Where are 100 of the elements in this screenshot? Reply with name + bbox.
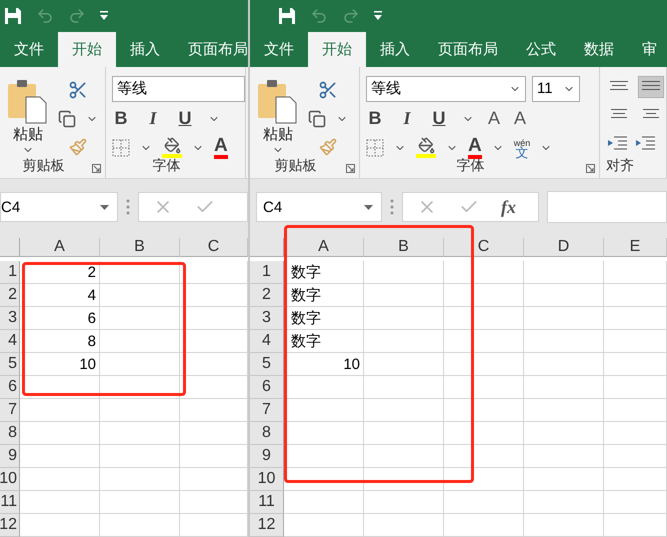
row-header[interactable]: 7 <box>0 399 20 422</box>
name-box[interactable]: C4 <box>256 192 382 222</box>
row-header[interactable]: 12 <box>250 514 284 537</box>
borders-icon[interactable] <box>112 138 130 157</box>
ribbon-tab[interactable]: 审 <box>628 32 667 67</box>
dialog-launcher-icon[interactable] <box>586 164 595 173</box>
borders-icon[interactable] <box>366 138 384 157</box>
row-header[interactable]: 8 <box>0 422 20 445</box>
font-name-field[interactable]: 等线 <box>366 76 526 102</box>
decrease-indent-icon[interactable] <box>606 134 628 152</box>
name-box[interactable]: C4 <box>0 192 118 222</box>
dialog-launcher-icon[interactable] <box>92 164 101 174</box>
ribbon-tab[interactable]: 页面布局 <box>174 32 248 67</box>
ribbon-tab[interactable]: 文件 <box>250 32 308 67</box>
row-header[interactable]: 5 <box>250 353 284 376</box>
row-header[interactable]: 9 <box>0 445 20 468</box>
save-icon[interactable] <box>278 6 296 25</box>
format-button[interactable]: I <box>398 108 416 130</box>
paste-button[interactable]: 粘贴 <box>6 79 50 156</box>
format-button[interactable]: B <box>366 108 384 130</box>
dropdown-caret-icon[interactable] <box>100 204 109 210</box>
splitter-handle-icon[interactable] <box>126 199 130 216</box>
row-header[interactable]: 4 <box>0 330 20 353</box>
formula-input[interactable] <box>547 191 667 223</box>
clipboard-icon <box>258 79 298 126</box>
column-header[interactable]: D <box>524 238 604 257</box>
ribbon-tab[interactable]: 数据 <box>570 32 628 67</box>
column-header[interactable]: C <box>180 238 248 257</box>
row-header[interactable]: 2 <box>0 284 20 307</box>
row-header[interactable]: 7 <box>250 399 284 422</box>
table-cell <box>604 468 667 491</box>
format-button[interactable]: U <box>430 108 448 130</box>
table-cell: 6 <box>20 307 100 330</box>
table-cell: 10 <box>284 353 364 376</box>
fill-color-bar <box>162 154 182 158</box>
row-header[interactable]: 10 <box>250 468 284 491</box>
align-middle-icon[interactable] <box>638 76 664 98</box>
table-cell <box>604 514 667 537</box>
table-cell <box>604 399 667 422</box>
row-header[interactable]: 8 <box>250 422 284 445</box>
column-header[interactable]: B <box>100 238 180 257</box>
table-cell: 数字 <box>284 307 364 330</box>
dialog-launcher-icon[interactable] <box>346 164 355 173</box>
phonetic-guide-button[interactable]: wén 文 <box>514 138 530 158</box>
row-header[interactable]: 12 <box>0 514 20 537</box>
row-header[interactable]: 4 <box>250 330 284 353</box>
format-button[interactable]: U <box>176 108 194 130</box>
table-cell <box>604 491 667 514</box>
font-color-button[interactable]: A <box>214 136 228 159</box>
fill-color-bar <box>416 154 436 158</box>
dropdown-caret-icon[interactable] <box>364 204 373 210</box>
ribbon-tab[interactable]: 公式 <box>512 32 570 67</box>
copy-icon[interactable] <box>58 110 76 128</box>
ribbon-tab[interactable]: 插入 <box>366 32 424 67</box>
save-icon[interactable] <box>4 6 22 25</box>
row-header[interactable]: 6 <box>250 376 284 399</box>
ribbon-tab[interactable]: 开始 <box>58 32 116 67</box>
row-header[interactable]: 1 <box>250 261 284 284</box>
row-header[interactable]: 2 <box>250 284 284 307</box>
font-name-field[interactable]: 等线 <box>112 76 245 102</box>
row-header[interactable]: 11 <box>0 491 20 514</box>
table-cell: 数字 <box>284 261 364 284</box>
increase-indent-icon[interactable] <box>634 134 656 152</box>
splitter-handle-icon[interactable] <box>390 199 394 215</box>
insert-function-button[interactable]: fx <box>501 196 516 218</box>
format-button[interactable]: B <box>112 108 130 130</box>
customize-menu-icon[interactable] <box>100 10 108 21</box>
ribbon-tab[interactable]: 页面布局 <box>424 32 512 67</box>
font-size-field[interactable]: 11 <box>532 76 580 102</box>
shrink-font-button[interactable]: A <box>514 108 526 130</box>
table-cell <box>604 307 667 330</box>
cut-icon[interactable] <box>68 80 88 100</box>
row-header[interactable]: 10 <box>0 468 20 491</box>
fill-color-icon[interactable] <box>418 137 434 154</box>
group-label: 对齐 <box>606 157 634 175</box>
row-header[interactable]: 11 <box>250 491 284 514</box>
ribbon-tab[interactable]: 开始 <box>308 32 366 67</box>
ribbon-tab[interactable]: 插入 <box>116 32 174 67</box>
fill-color-icon[interactable] <box>164 137 180 154</box>
row-header[interactable]: 3 <box>250 307 284 330</box>
row-header[interactable]: 3 <box>0 307 20 330</box>
paste-button[interactable]: 粘贴 <box>256 79 300 156</box>
column-header[interactable]: A <box>20 238 100 257</box>
format-button[interactable]: I <box>144 108 162 130</box>
column-header[interactable]: A <box>284 238 364 257</box>
grow-font-button[interactable]: A <box>488 108 500 130</box>
group-label: 字体 <box>456 157 486 175</box>
column-header[interactable]: B <box>364 238 444 257</box>
column-header[interactable]: E <box>604 238 667 257</box>
customize-menu-icon[interactable] <box>374 10 382 21</box>
column-header[interactable]: C <box>444 238 524 257</box>
row-header[interactable]: 6 <box>0 376 20 399</box>
row-header[interactable]: 9 <box>250 445 284 468</box>
row-header[interactable]: 5 <box>0 353 20 376</box>
font-color-button[interactable]: A <box>468 136 482 159</box>
copy-icon[interactable] <box>308 110 326 128</box>
ribbon-tab[interactable]: 文件 <box>0 32 58 67</box>
table-cell: 4 <box>20 284 100 307</box>
cut-icon[interactable] <box>318 80 338 100</box>
row-header[interactable]: 1 <box>0 261 20 284</box>
